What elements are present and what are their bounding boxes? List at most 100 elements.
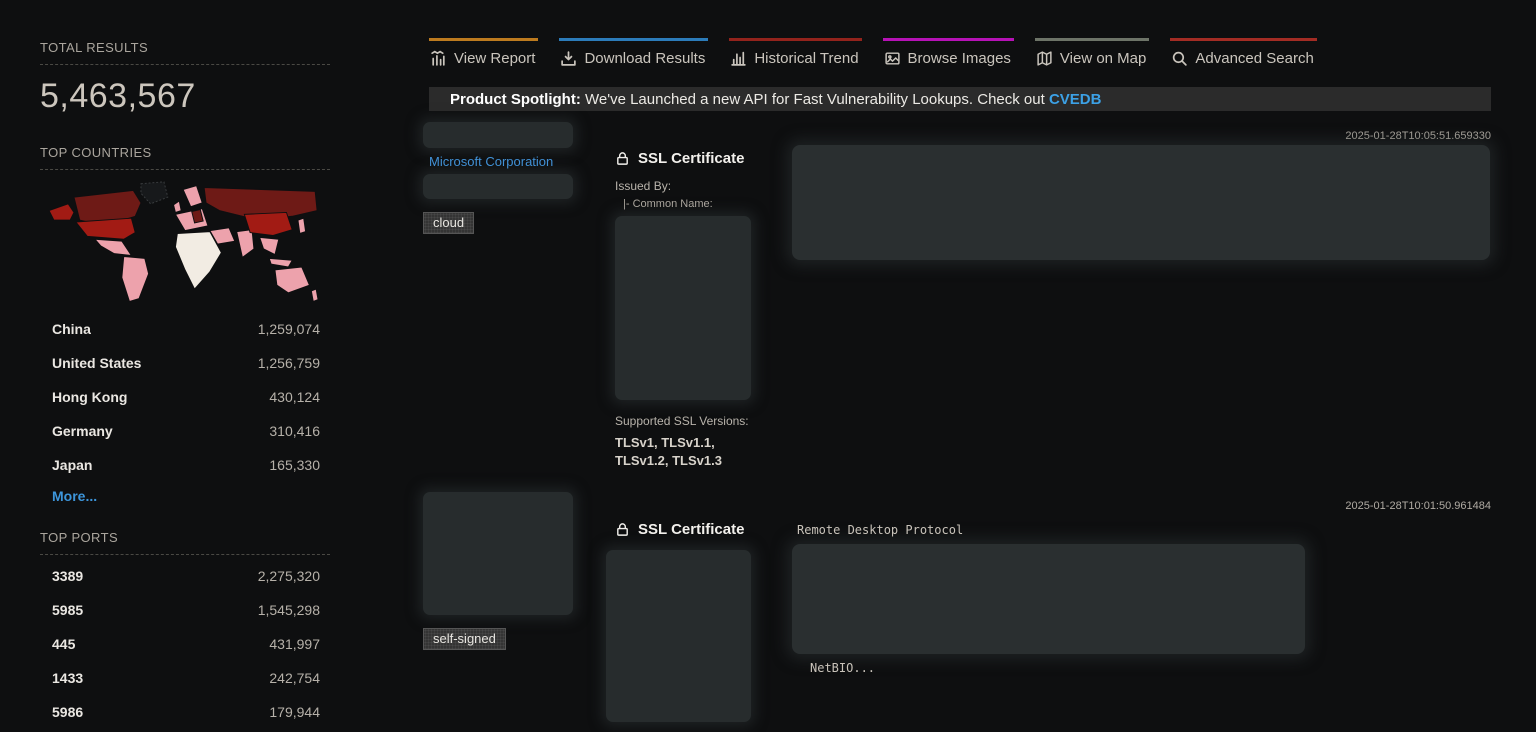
country-row[interactable]: United States 1,256,759 [40,346,330,380]
view-on-map-button[interactable]: View on Map [1035,38,1149,71]
map-region-greenland [141,182,168,204]
historical-trend-button[interactable]: Historical Trend [729,38,861,71]
map-region-japan [298,218,306,233]
ssl-certificate-label: SSL Certificate [638,150,744,167]
port-row[interactable]: 1433 242,754 [40,661,330,695]
result-ip-column: Microsoft Corporation cloud [423,122,573,234]
country-count: 430,124 [269,389,320,405]
map-region-india [237,230,254,258]
country-count: 310,416 [269,423,320,439]
redacted-certificate-details [615,216,751,400]
map-region-china [244,212,292,235]
port-count: 179,944 [269,704,320,720]
country-count: 165,330 [269,457,320,473]
redacted-service-banner [792,145,1490,260]
ssl-certificate-label: SSL Certificate [638,521,744,538]
top-countries-list: China 1,259,074 United States 1,256,759 … [40,312,330,506]
report-chart-icon [430,50,447,67]
service-note: NetBIO... [792,661,1305,675]
map-region-se-asia [260,237,279,254]
view-report-button[interactable]: View Report [429,38,538,71]
map-region-indonesia [269,258,292,267]
country-name: Hong Kong [52,389,127,405]
ssl-versions-label: Supported SSL Versions: [615,414,755,428]
country-name: Germany [52,423,113,439]
download-results-label: Download Results [584,50,705,67]
port-row[interactable]: 445 431,997 [40,627,330,661]
images-icon [884,50,901,67]
ssl-versions-value: TLSv1, TLSv1.1, TLSv1.2, TLSv1.3 [615,434,755,470]
redacted-ip-address [423,122,573,148]
result-service-column: Remote Desktop Protocol NetBIO... [792,523,1305,675]
result-ssl-column: SSL Certificate Issued By: |- Common Nam… [615,150,755,470]
map-region-usa [76,218,135,239]
redacted-certificate-details [606,550,751,722]
country-row[interactable]: Japan 165,330 [40,448,330,482]
map-icon [1036,50,1053,67]
issued-by-label: Issued By: [615,179,755,193]
organization-link[interactable]: Microsoft Corporation [429,154,573,169]
self-signed-tag[interactable]: self-signed [423,628,506,650]
country-row[interactable]: Hong Kong 430,124 [40,380,330,414]
port-number: 5986 [52,704,83,720]
view-report-label: View Report [454,50,535,67]
download-icon [560,50,577,67]
top-ports-list: 3389 2,275,320 5985 1,545,298 445 431,99… [40,559,330,732]
view-on-map-label: View on Map [1060,50,1146,67]
total-results-label: TOTAL RESULTS [40,40,330,65]
redacted-screenshot-thumbnail [423,492,573,615]
lock-icon [615,151,630,166]
ssl-certificate-heading: SSL Certificate [615,521,760,538]
browse-images-button[interactable]: Browse Images [883,38,1014,71]
country-row[interactable]: China 1,259,074 [40,312,330,346]
ssl-certificate-heading: SSL Certificate [615,150,755,167]
redacted-location [423,174,573,199]
result-ip-column: self-signed [423,492,573,650]
country-count: 1,256,759 [258,355,320,371]
map-region-africa [175,232,221,289]
port-count: 1,545,298 [258,602,320,618]
search-icon [1171,50,1188,67]
sidebar: TOTAL RESULTS 5,463,567 TOP COUNTRIES [40,40,330,732]
port-row[interactable]: 3389 2,275,320 [40,559,330,593]
advanced-search-label: Advanced Search [1195,50,1313,67]
countries-more-link[interactable]: More... [52,488,97,504]
map-region-south-america [122,256,149,301]
results-toolbar: View Report Download Results Historical … [429,38,1317,71]
cvedb-link[interactable]: CVEDB [1049,91,1102,108]
banner-bold-label: Product Spotlight: [450,91,581,108]
port-row[interactable]: 5986 179,944 [40,695,330,729]
result-ssl-column: SSL Certificate [615,521,760,722]
country-name: China [52,321,91,337]
cloud-tag[interactable]: cloud [423,212,474,234]
map-region-alaska [49,204,74,220]
map-region-uk [174,201,182,212]
port-row[interactable]: 5985 1,545,298 [40,593,330,627]
top-ports-label: TOP PORTS [40,530,330,555]
port-count: 431,997 [269,636,320,652]
world-heatmap [40,178,330,312]
port-number: 445 [52,636,75,652]
map-region-new-zealand [311,289,318,301]
port-count: 242,754 [269,670,320,686]
country-count: 1,259,074 [258,321,320,337]
total-results-value: 5,463,567 [40,77,330,116]
product-spotlight-banner: Product Spotlight: We've Launched a new … [429,87,1491,111]
redacted-service-banner [792,544,1305,654]
country-row[interactable]: Germany 310,416 [40,414,330,448]
result-timestamp: 2025-01-28T10:05:51.659330 [1345,130,1491,142]
port-number: 1433 [52,670,83,686]
map-region-australia [275,267,309,293]
historical-trend-label: Historical Trend [754,50,858,67]
country-name: United States [52,355,141,371]
map-region-scandinavia [183,186,202,207]
browse-images-label: Browse Images [908,50,1011,67]
bar-chart-icon [730,50,747,67]
top-countries-label: TOP COUNTRIES [40,145,330,170]
download-results-button[interactable]: Download Results [559,38,708,71]
shodan-search-results-page: TOTAL RESULTS 5,463,567 TOP COUNTRIES [0,0,1536,732]
result-timestamp: 2025-01-28T10:01:50.961484 [1345,500,1491,512]
port-count: 2,275,320 [258,568,320,584]
common-name-label: |- Common Name: [615,198,755,210]
advanced-search-button[interactable]: Advanced Search [1170,38,1316,71]
